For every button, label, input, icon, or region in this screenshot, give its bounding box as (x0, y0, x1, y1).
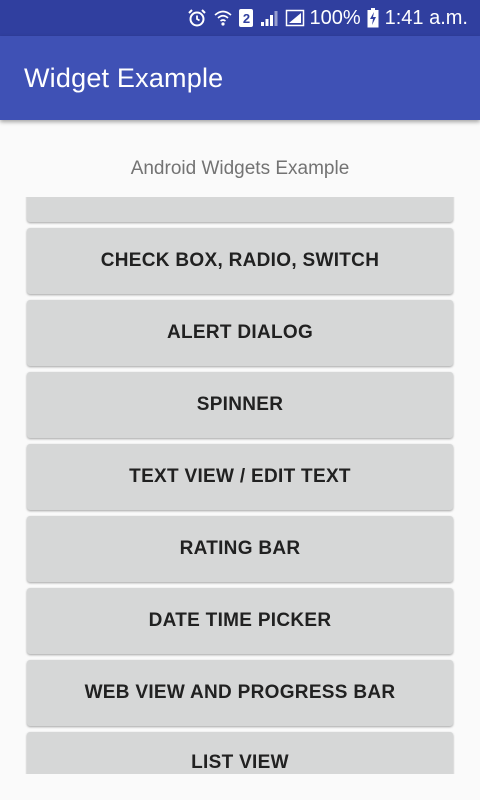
partial-button[interactable] (27, 197, 453, 222)
list-view-button[interactable]: LIST VIEW (27, 732, 453, 774)
app-bar: Widget Example (0, 36, 480, 120)
spinner-button[interactable]: SPINNER (27, 372, 453, 438)
web-view-progress-bar-button[interactable]: WEB VIEW AND PROGRESS BAR (27, 660, 453, 726)
wifi-icon (213, 6, 233, 30)
signal-icon (285, 6, 305, 30)
app-title: Widget Example (24, 62, 224, 93)
signal-icon (259, 6, 279, 30)
rating-bar-button[interactable]: RATING BAR (27, 516, 453, 582)
alert-dialog-button[interactable]: ALERT DIALOG (27, 300, 453, 366)
clock: 1:41 a.m. (384, 6, 468, 29)
status-bar: 2 100% 1:41 a.m. (0, 0, 480, 36)
page-subtitle: Android Widgets Example (130, 158, 350, 179)
sim-label: 2 (239, 9, 254, 27)
alarm-icon (187, 6, 207, 30)
text-view-edit-text-button[interactable]: TEXT VIEW / EDIT TEXT (27, 444, 453, 510)
battery-charging-icon (367, 6, 379, 30)
main-content: Android Widgets Example CHECK BOX, RADIO… (0, 120, 480, 800)
check-box-radio-switch-button[interactable]: CHECK BOX, RADIO, SWITCH (27, 228, 453, 294)
sim-icon: 2 (239, 6, 254, 30)
button-list[interactable]: CHECK BOX, RADIO, SWITCH ALERT DIALOG SP… (0, 197, 480, 774)
battery-percent: 100% (309, 6, 361, 29)
date-time-picker-button[interactable]: DATE TIME PICKER (27, 588, 453, 654)
